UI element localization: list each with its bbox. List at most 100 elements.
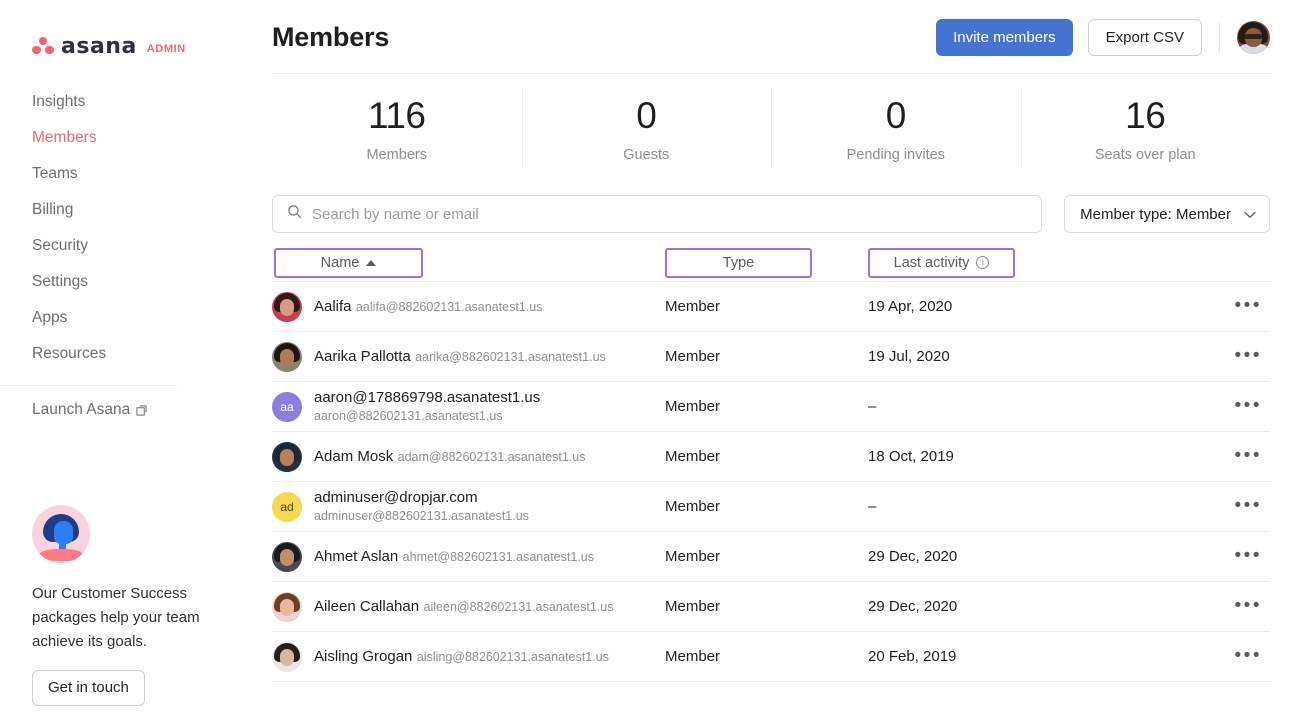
row-menu-button[interactable]: •••: [1235, 496, 1262, 515]
page-title: Members: [272, 21, 390, 52]
cell-actions: •••: [1140, 546, 1270, 566]
column-header-type[interactable]: Type: [665, 247, 812, 278]
stat-members-value: 116: [368, 95, 426, 136]
chevron-down-icon: [1244, 206, 1256, 223]
avatar: [272, 541, 302, 572]
sidebar-item-members[interactable]: Members: [32, 120, 241, 156]
row-menu-button[interactable]: •••: [1235, 446, 1262, 465]
search-input[interactable]: [312, 205, 1028, 223]
asana-admin-logo[interactable]: asana ADMIN: [0, 0, 241, 62]
row-menu-button[interactable]: •••: [1235, 596, 1262, 615]
header-rule: [272, 73, 1270, 74]
member-name: adminuser@dropjar.com: [314, 488, 478, 506]
table-row[interactable]: Aalifa aalifa@882602131.asanatest1.us Me…: [272, 282, 1270, 332]
customer-success-promo: Our Customer Success packages help your …: [32, 505, 210, 706]
avatar: ad: [272, 491, 302, 522]
table-row[interactable]: ad adminuser@dropjar.com adminuser@88260…: [272, 482, 1270, 532]
member-name: Aisling Grogan: [314, 647, 413, 665]
cell-actions: •••: [1140, 646, 1270, 666]
cell-last-activity: 29 Dec, 2020: [868, 548, 958, 565]
user-avatar[interactable]: [1237, 20, 1270, 54]
cell-name: Adam Mosk adam@882602131.asanatest1.us: [272, 441, 665, 472]
logo-admin-suffix: ADMIN: [146, 42, 186, 55]
cell-type: Member: [665, 448, 721, 465]
stat-members-label: Members: [366, 147, 427, 163]
cell-name: Ahmet Aslan ahmet@882602131.asanatest1.u…: [272, 541, 665, 572]
sidebar-item-security[interactable]: Security: [32, 228, 241, 264]
member-email: aaron@882602131.asanatest1.us: [314, 408, 503, 423]
export-csv-button[interactable]: Export CSV: [1087, 18, 1202, 56]
cell-name: aa aaron@178869798.asanatest1.us aaron@8…: [272, 389, 665, 425]
customer-success-illustration-icon: [32, 505, 90, 563]
info-icon[interactable]: i: [976, 256, 990, 269]
stat-pending-invites-label: Pending invites: [846, 147, 945, 163]
avatar-initials: ad: [280, 499, 294, 514]
table-row[interactable]: Aisling Grogan aisling@882602131.asanate…: [272, 632, 1270, 682]
member-email: aisling@882602131.asanatest1.us: [416, 649, 609, 664]
cell-type: Member: [665, 648, 721, 665]
avatar: [272, 291, 302, 322]
row-menu-button[interactable]: •••: [1235, 346, 1262, 365]
row-menu-button[interactable]: •••: [1235, 396, 1262, 415]
cell-last-activity: –: [868, 398, 877, 415]
sidebar-item-insights[interactable]: Insights: [32, 84, 241, 120]
admin-console-window: asana ADMIN Insights Members Teams Billi…: [0, 0, 1300, 728]
sort-ascending-icon: [366, 259, 377, 266]
header-divider: [1219, 22, 1220, 52]
member-email: ahmet@882602131.asanatest1.us: [402, 549, 594, 564]
cell-actions: •••: [1140, 446, 1270, 466]
member-email: aileen@882602131.asanatest1.us: [423, 599, 614, 614]
table-row[interactable]: Aileen Callahan aileen@882602131.asanate…: [272, 582, 1270, 632]
stat-members: 116 Members: [272, 87, 522, 169]
cell-last-activity: –: [868, 498, 877, 515]
row-menu-button[interactable]: •••: [1235, 296, 1262, 315]
stat-pending-invites: 0 Pending invites: [771, 87, 1021, 169]
cell-type: Member: [665, 348, 721, 365]
member-type-filter-label: Member type: Member: [1080, 205, 1231, 223]
row-menu-button[interactable]: •••: [1235, 646, 1262, 665]
avatar: [272, 591, 302, 622]
avatar: [272, 441, 302, 472]
header-actions: Invite members Export CSV: [936, 18, 1270, 56]
table-row[interactable]: Aarika Pallotta aarika@882602131.asanate…: [272, 332, 1270, 382]
filters-row: Member type: Member: [241, 182, 1300, 233]
members-table: Name Type Last activity i Aalifa aalifa@…: [241, 247, 1300, 682]
header-cell-name: Name: [272, 247, 665, 278]
sidebar-item-launch-asana[interactable]: Launch Asana: [0, 392, 241, 428]
table-row[interactable]: Adam Mosk adam@882602131.asanatest1.us M…: [272, 432, 1270, 482]
member-name: aaron@178869798.asanatest1.us: [314, 388, 541, 406]
cell-last-activity: 19 Jul, 2020: [868, 348, 950, 365]
sidebar-item-settings[interactable]: Settings: [32, 264, 241, 300]
search-box[interactable]: [272, 195, 1043, 233]
table-row[interactable]: aa aaron@178869798.asanatest1.us aaron@8…: [272, 382, 1270, 432]
cell-name: Aarika Pallotta aarika@882602131.asanate…: [272, 341, 665, 372]
row-menu-button[interactable]: •••: [1235, 546, 1262, 565]
header-cell-type: Type: [665, 247, 868, 278]
stat-pending-invites-value: 0: [885, 95, 907, 136]
sidebar-item-billing[interactable]: Billing: [32, 192, 241, 228]
member-email: aarika@882602131.asanatest1.us: [415, 349, 606, 364]
avatar: aa: [272, 391, 302, 422]
page-header: Members Invite members Export CSV: [241, 0, 1300, 74]
cell-name: Aalifa aalifa@882602131.asanatest1.us: [272, 291, 665, 322]
avatar: [272, 341, 302, 372]
member-type-filter[interactable]: Member type: Member: [1064, 195, 1270, 233]
stat-seats-over-plan-label: Seats over plan: [1094, 147, 1196, 163]
column-header-name-label: Name: [320, 254, 360, 271]
get-in-touch-button[interactable]: Get in touch: [32, 670, 145, 706]
cell-actions: •••: [1140, 396, 1270, 416]
avatar-initials: aa: [280, 399, 294, 414]
member-name: Ahmet Aslan: [314, 547, 399, 565]
column-header-last-activity[interactable]: Last activity i: [868, 247, 1015, 278]
cell-name: Aileen Callahan aileen@882602131.asanate…: [272, 591, 665, 622]
table-body: Aalifa aalifa@882602131.asanatest1.us Me…: [272, 282, 1270, 682]
launch-asana-label: Launch Asana: [32, 401, 131, 418]
invite-members-button[interactable]: Invite members: [936, 18, 1073, 56]
cell-last-activity: 18 Oct, 2019: [868, 448, 954, 465]
table-row[interactable]: Ahmet Aslan ahmet@882602131.asanatest1.u…: [272, 532, 1270, 582]
column-header-name[interactable]: Name: [274, 247, 423, 278]
sidebar-item-teams[interactable]: Teams: [32, 156, 241, 192]
member-name: Aalifa: [314, 297, 352, 315]
sidebar-item-resources[interactable]: Resources: [32, 336, 241, 372]
sidebar-item-apps[interactable]: Apps: [32, 300, 241, 336]
